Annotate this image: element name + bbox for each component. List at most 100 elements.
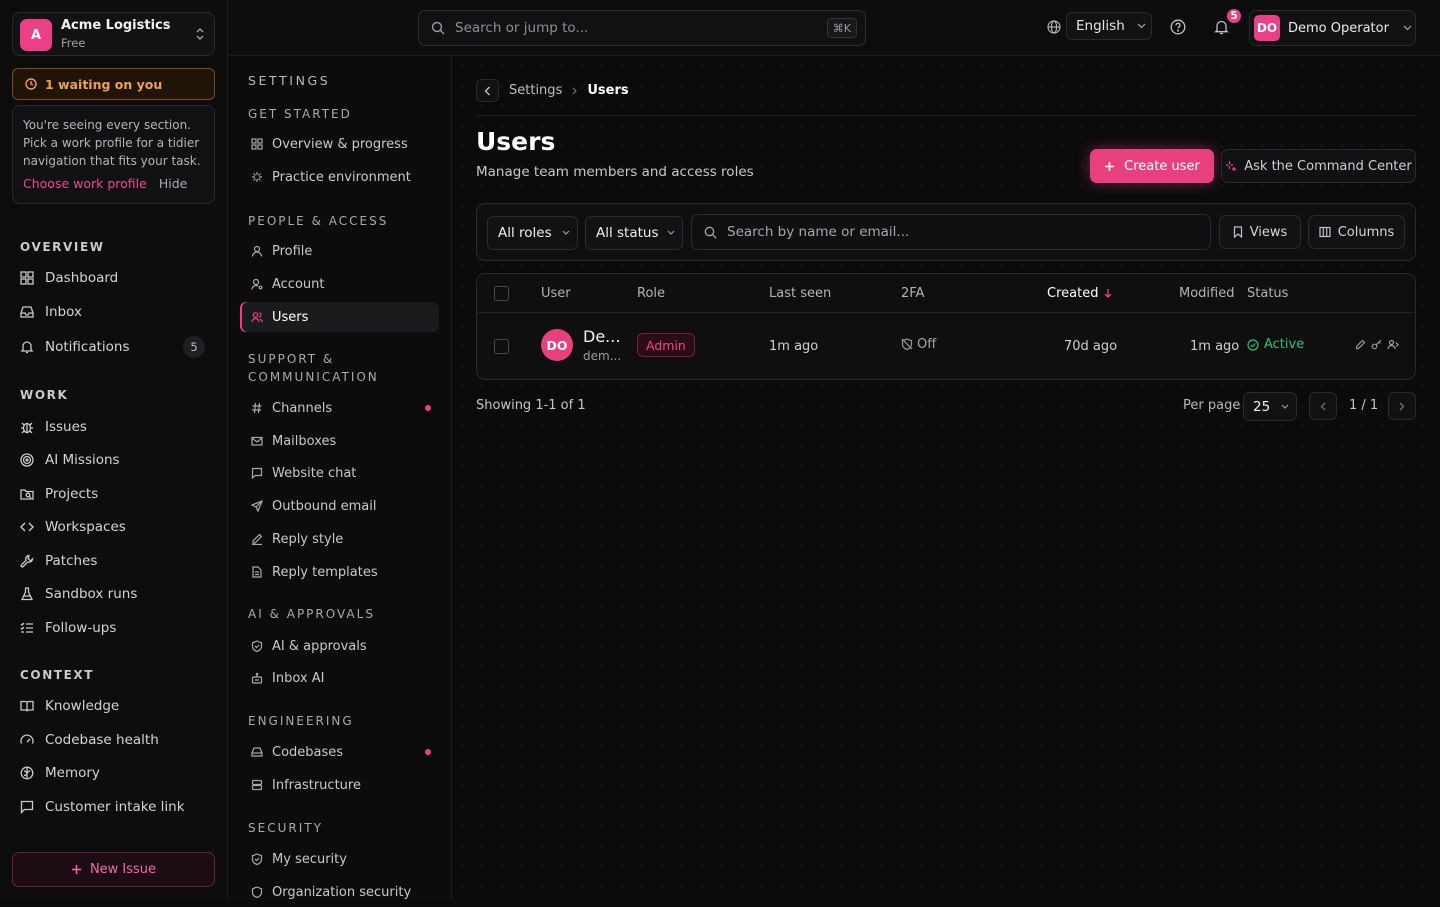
user-name: Demo Operator [1288, 20, 1389, 36]
column-header-2fa[interactable]: 2FA [901, 286, 924, 301]
chevrons-up-down-icon [194, 27, 206, 41]
help-icon[interactable] [1170, 19, 1186, 35]
settings-section-heading: SUPPORT & COMMUNICATION [248, 352, 379, 384]
key-icon[interactable] [1371, 339, 1382, 350]
sidebar-item-codebase-health[interactable]: Codebase health [12, 725, 215, 755]
settings-item-label: Codebases [272, 744, 344, 760]
language-select[interactable]: English [1066, 12, 1152, 40]
columns-button[interactable]: Columns [1308, 215, 1405, 249]
sidebar-item-customer-intake-link[interactable]: Customer intake link [12, 792, 215, 822]
sidebar-item-projects[interactable]: Projects [12, 479, 215, 509]
choose-work-profile-link[interactable]: Choose work profile [23, 176, 147, 191]
column-header-created[interactable]: Created [1047, 286, 1098, 301]
sidebar-item-follow-ups[interactable]: Follow-ups [12, 613, 215, 643]
breadcrumb-current: Users [587, 83, 629, 98]
settings-section-heading: SECURITY [248, 821, 323, 835]
create-user-button[interactable]: Create user [1090, 149, 1214, 183]
sidebar-item-sandbox-runs[interactable]: Sandbox runs [12, 579, 215, 609]
users-table: User Role Last seen 2FA Created Modified… [476, 273, 1416, 380]
sidebar-item-ai-missions[interactable]: AI Missions [12, 445, 215, 475]
user-email: dem... [583, 349, 622, 363]
per-page-label: Per page [1183, 398, 1241, 413]
status-filter-select[interactable]: All status [585, 216, 683, 250]
user-search-input[interactable]: Search by name or email... [691, 214, 1211, 250]
server-icon [251, 779, 263, 791]
sidebar-item-inbox[interactable]: Inbox [12, 297, 215, 327]
previous-page-button[interactable] [1309, 392, 1337, 420]
hide-hint-link[interactable]: Hide [159, 176, 188, 191]
sidebar-item-patches[interactable]: Patches [12, 546, 215, 576]
page-title: Users [476, 127, 556, 156]
sidebar-item-memory[interactable]: Memory [12, 758, 215, 788]
target-icon [20, 453, 34, 467]
page-indicator: 1 / 1 [1349, 398, 1379, 413]
per-page-select[interactable]: 25 [1243, 392, 1297, 421]
roles-filter-select[interactable]: All roles [487, 216, 578, 250]
global-search-input[interactable]: Search or jump to... ⌘K [418, 10, 866, 46]
settings-item-channels[interactable]: Channels [240, 393, 439, 423]
sidebar-item-label: Projects [45, 486, 99, 502]
chevron-right-icon [572, 87, 578, 95]
sidebar-item-workspaces[interactable]: Workspaces [12, 512, 215, 542]
sidebar-item-notifications[interactable]: Notifications 5 [12, 332, 215, 362]
search-shortcut: ⌘K [826, 18, 857, 38]
chat-icon [251, 467, 263, 479]
sort-descending-icon [1104, 288, 1112, 298]
settings-item-overview-progress[interactable]: Overview & progress [240, 129, 439, 159]
settings-item-website-chat[interactable]: Website chat [240, 458, 439, 488]
sidebar-item-label: Issues [45, 419, 87, 435]
shield-icon [251, 886, 263, 898]
role-badge: Admin [637, 333, 695, 357]
org-plan: Free [61, 36, 86, 50]
plus-icon [71, 864, 82, 875]
settings-item-organization-security[interactable]: Organization security [240, 877, 439, 907]
folder-icon [20, 487, 34, 501]
settings-item-reply-style[interactable]: Reply style [240, 524, 439, 554]
sidebar-item-knowledge[interactable]: Knowledge [12, 691, 215, 721]
inbox-robot-icon [251, 672, 263, 684]
settings-item-practice-environment[interactable]: Practice environment [240, 162, 439, 192]
divider [476, 115, 1416, 116]
user-name: De... [583, 327, 621, 346]
column-header-role[interactable]: Role [637, 286, 665, 301]
sidebar-item-label: Inbox [45, 304, 82, 320]
settings-item-account[interactable]: Account [240, 269, 439, 299]
settings-item-my-security[interactable]: My security [240, 844, 439, 874]
edit-icon[interactable] [1355, 339, 1366, 350]
settings-item-ai-approvals[interactable]: AI & approvals [240, 631, 439, 661]
ask-command-center-button[interactable]: Ask the Command Center [1221, 149, 1416, 183]
back-button[interactable] [476, 79, 499, 102]
settings-item-users[interactable]: Users [240, 302, 439, 332]
settings-item-outbound-email[interactable]: Outbound email [240, 491, 439, 521]
row-checkbox[interactable] [494, 339, 509, 354]
column-header-user[interactable]: User [541, 286, 571, 301]
breadcrumb-settings-link[interactable]: Settings [509, 83, 562, 98]
select-all-checkbox[interactable] [494, 286, 509, 301]
showing-count: Showing 1-1 of 1 [476, 398, 586, 413]
column-header-status[interactable]: Status [1247, 286, 1288, 301]
new-issue-label: New Issue [89, 862, 157, 877]
columns-label: Columns [1337, 224, 1395, 240]
clock-icon [25, 78, 37, 90]
org-switcher[interactable]: A Acme Logistics Free [12, 12, 215, 56]
list-check-icon [20, 621, 34, 635]
column-header-modified[interactable]: Modified [1179, 286, 1234, 301]
app-sidebar: A Acme Logistics Free 1 waiting on you Y… [0, 0, 228, 900]
settings-item-codebases[interactable]: Codebases [240, 737, 439, 767]
sidebar-item-dashboard[interactable]: Dashboard [12, 263, 215, 293]
settings-item-mailboxes[interactable]: Mailboxes [240, 426, 439, 456]
user-switch-icon[interactable] [1387, 339, 1399, 350]
new-issue-button[interactable]: New Issue [12, 852, 215, 887]
column-header-last-seen[interactable]: Last seen [769, 286, 831, 301]
views-button[interactable]: Views [1219, 215, 1301, 249]
next-page-button[interactable] [1388, 392, 1416, 420]
sidebar-item-issues[interactable]: Issues [12, 412, 215, 442]
sparkle-icon [251, 171, 263, 183]
settings-item-infrastructure[interactable]: Infrastructure [240, 770, 439, 800]
waiting-on-you-banner[interactable]: 1 waiting on you [12, 68, 215, 100]
settings-item-profile[interactable]: Profile [240, 236, 439, 266]
user-menu[interactable]: DO Demo Operator [1249, 10, 1416, 46]
settings-item-reply-templates[interactable]: Reply templates [240, 557, 439, 587]
sidebar-item-label: Sandbox runs [45, 586, 138, 602]
settings-item-inbox-ai[interactable]: Inbox AI [240, 663, 439, 693]
